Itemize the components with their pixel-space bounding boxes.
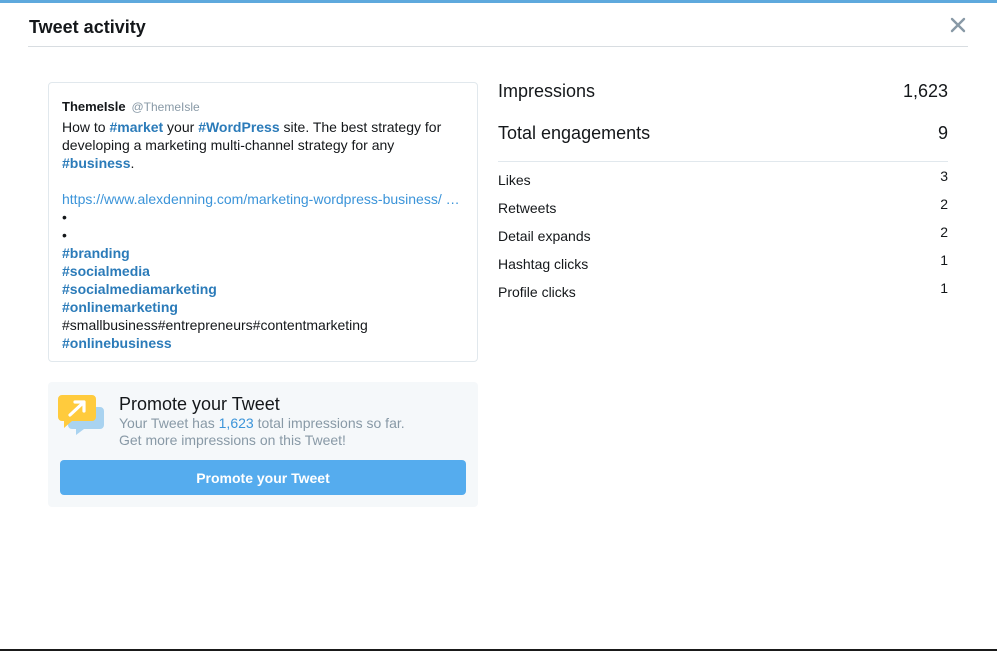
impressions-value: 1,623 <box>902 81 948 101</box>
hashtag-link[interactable]: #socialmediamarketing <box>62 281 217 297</box>
tweet-url-link[interactable]: https://www.alexdenning.com/marketing-wo… <box>62 190 466 208</box>
close-button[interactable] <box>948 14 968 36</box>
stat-row-profile-clicks[interactable]: Profile clicks 1 <box>498 274 948 302</box>
promote-description: Your Tweet has 1,623 total impressions s… <box>119 415 469 449</box>
promote-text: Get more impressions on this Tweet! <box>119 432 346 448</box>
stat-row-likes[interactable]: Likes 3 <box>498 162 948 190</box>
tweet-author: ThemeIsle @ThemeIsle <box>62 97 466 116</box>
stat-value: 2 <box>940 224 948 240</box>
stat-value: 3 <box>940 168 948 184</box>
close-icon <box>950 17 966 33</box>
hashtag-link[interactable]: #business <box>62 155 130 171</box>
engagements-row: Total engagements 9 <box>498 119 948 161</box>
impressions-label: Impressions <box>498 81 596 101</box>
bullet: • <box>62 209 67 225</box>
author-name[interactable]: ThemeIsle <box>62 99 126 114</box>
promote-text: total impressions so far. <box>253 415 405 431</box>
tweet-text: How to <box>62 119 110 135</box>
hashtag-link[interactable]: #socialmedia <box>62 263 150 279</box>
stat-label: Profile clicks <box>498 284 576 300</box>
stat-row-retweets[interactable]: Retweets 2 <box>498 190 948 218</box>
tweet-text-line: How to #market your #WordPress site. The… <box>62 118 466 136</box>
author-handle[interactable]: @ThemeIsle <box>131 100 199 114</box>
hashtag-link[interactable]: #market <box>109 119 163 135</box>
stat-label: Hashtag clicks <box>498 256 589 272</box>
engagements-label: Total engagements <box>498 123 651 143</box>
stat-label: Retweets <box>498 200 557 216</box>
hashtag-link[interactable]: #branding <box>62 245 130 261</box>
tweet-text-line: #smallbusiness#entrepreneurs#contentmark… <box>62 317 368 333</box>
promote-panel: Promote your Tweet Your Tweet has 1,623 … <box>48 382 478 507</box>
stat-row-detail-expands[interactable]: Detail expands 2 <box>498 218 948 246</box>
stat-label: Likes <box>498 172 531 188</box>
tweet-text: . <box>130 155 135 171</box>
stat-row-hashtag-clicks[interactable]: Hashtag clicks 1 <box>498 246 948 274</box>
hashtag-link[interactable]: #WordPress <box>198 119 279 135</box>
stat-value: 1 <box>940 252 948 268</box>
tweet-text: your <box>163 119 199 135</box>
promote-title: Promote your Tweet <box>119 394 280 414</box>
stats-panel: Impressions 1,623 Total engagements 9 Li… <box>498 77 948 302</box>
stat-value: 2 <box>940 196 948 212</box>
hashtag-link[interactable]: #onlinebusiness <box>62 335 172 351</box>
tweet-text-line: #business. <box>62 154 466 172</box>
engagements-value: 9 <box>937 123 948 143</box>
promote-tweet-button[interactable]: Promote your Tweet <box>60 460 466 495</box>
stat-label: Detail expands <box>498 228 591 244</box>
promote-arrow-icon <box>58 393 104 435</box>
stat-value: 1 <box>940 280 948 296</box>
tweet-text-line: developing a marketing multi-channel str… <box>62 137 395 153</box>
hashtag-link[interactable]: #onlinemarketing <box>62 299 178 315</box>
impressions-count-inline: 1,623 <box>218 415 254 431</box>
modal-header: Tweet activity <box>28 3 968 47</box>
bullet: • <box>62 227 67 243</box>
modal-title: Tweet activity <box>29 17 146 37</box>
tweet-card[interactable]: ThemeIsle @ThemeIsle How to #market your… <box>48 82 478 362</box>
tweet-text: site. The best strategy for <box>279 119 442 135</box>
tweet-body: ThemeIsle @ThemeIsle How to #market your… <box>62 97 466 352</box>
promote-text: Your Tweet has <box>119 415 219 431</box>
impressions-row: Impressions 1,623 <box>498 77 948 119</box>
